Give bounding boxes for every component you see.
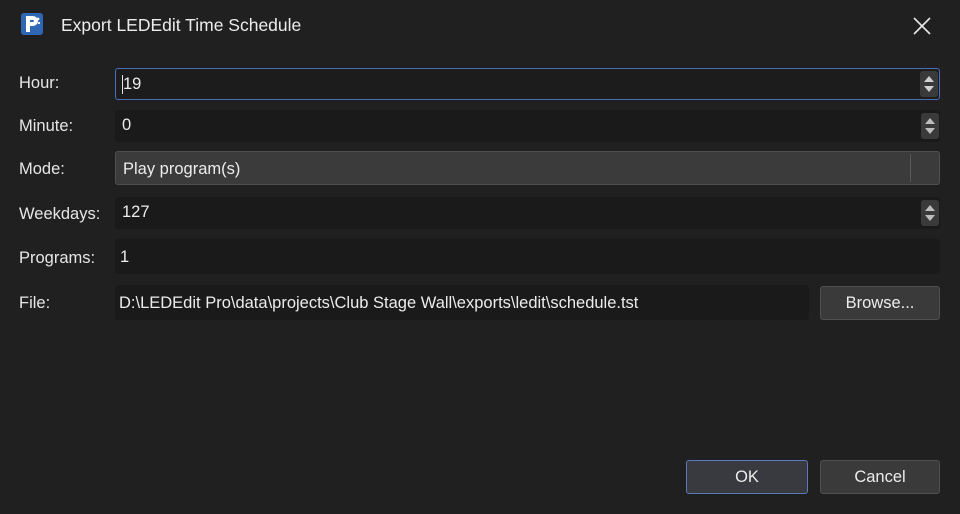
hour-label: Hour: [19,74,60,92]
mode-label: Mode: [19,160,65,178]
hour-spin-buttons[interactable] [920,71,938,97]
programs-field[interactable]: 1 [115,239,940,274]
minute-spinbox[interactable]: 0 [115,110,940,142]
mode-selected-value: Play program(s) [123,160,241,178]
ok-button[interactable]: OK [686,460,808,494]
browse-button[interactable]: Browse... [820,286,940,320]
window-title: Export LEDEdit Time Schedule [61,15,302,35]
hour-value: 19 [123,75,142,93]
file-path-input[interactable]: D:\LEDEdit Pro\data\projects\Club Stage … [115,285,809,320]
weekdays-spinbox[interactable]: 127 [115,197,940,229]
app-icon [21,13,43,35]
title-bar: Export LEDEdit Time Schedule [0,0,960,52]
minute-value: 0 [122,116,132,134]
hour-spinbox[interactable]: 19 [115,68,940,100]
file-path-value: D:\LEDEdit Pro\data\projects\Club Stage … [119,294,639,312]
weekdays-spin-buttons[interactable] [921,200,939,226]
close-icon [913,17,931,35]
spin-arrows-icon [925,118,935,134]
programs-label: Programs: [19,249,96,267]
close-button[interactable] [902,6,942,46]
minute-spin-buttons[interactable] [921,113,939,139]
file-label: File: [19,294,51,312]
programs-value: 1 [120,248,130,266]
cancel-button[interactable]: Cancel [820,460,940,494]
weekdays-value: 127 [122,203,150,221]
dropdown-divider [910,154,911,182]
mode-dropdown[interactable]: Play program(s) [115,151,940,185]
spin-arrows-icon [925,205,935,221]
weekdays-label: Weekdays: [19,205,101,223]
minute-label: Minute: [19,117,74,135]
spin-arrows-icon [924,76,934,92]
